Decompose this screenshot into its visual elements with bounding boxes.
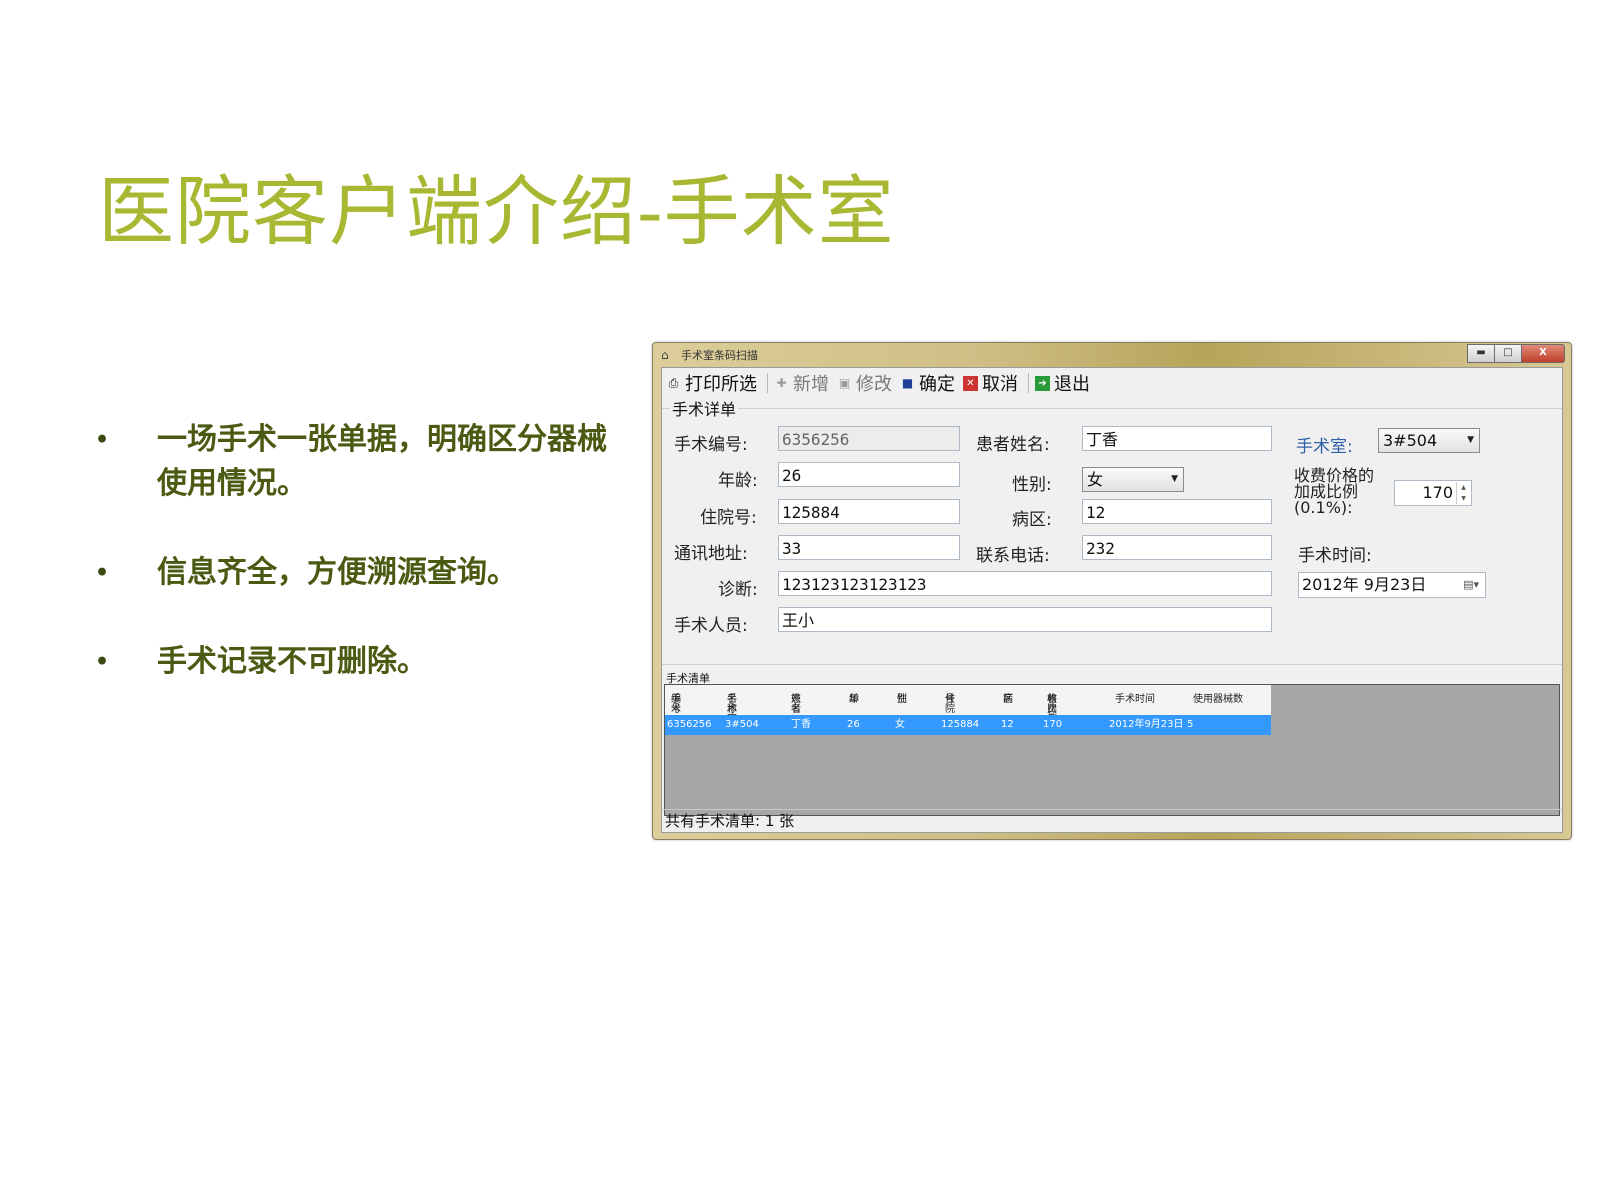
table-cell: 丁香: [791, 719, 811, 730]
spinner-arrows-icon[interactable]: ▲ ▼: [1456, 482, 1470, 504]
cancel-icon: ✕: [963, 375, 978, 391]
slide-title: 医院客户端介绍-手术室: [98, 167, 895, 256]
calendar-icon[interactable]: ▤▾: [1463, 573, 1479, 597]
table-cell: 170: [1043, 719, 1063, 730]
print-selected-button[interactable]: ⎙ 打印所选: [666, 370, 757, 396]
surgery-no-field[interactable]: 6356256: [778, 426, 960, 451]
confirm-button[interactable]: ■ 确定: [900, 370, 955, 396]
column-header[interactable]: 手术时间: [1115, 695, 1155, 705]
table-row[interactable]: 6356256 3#504 丁香 26 女 125884 12 170 2012…: [665, 715, 1271, 735]
surgery-list-grid[interactable]: 手术编号 手术室名称 患者姓名 年龄 性别 住院号 病区 收费价格比例 手术时间…: [664, 684, 1560, 816]
staff-label: 手术人员:: [674, 616, 748, 636]
minimize-button[interactable]: ▬: [1467, 344, 1495, 363]
address-label: 通讯地址:: [674, 544, 748, 564]
table-cell: 3#504: [725, 719, 759, 730]
patient-name-field[interactable]: 丁香: [1082, 426, 1272, 451]
gender-label: 性别:: [1012, 475, 1052, 495]
phone-label: 联系电话:: [976, 546, 1050, 566]
window-controls: ▬ □ X: [1467, 344, 1565, 363]
chevron-down-icon: ▼: [1467, 435, 1474, 445]
surgery-date-picker[interactable]: 2012年 9月23日 ▤▾: [1298, 572, 1486, 598]
group-title: 手术详单: [670, 396, 739, 420]
app-window: ⌂ 手术室条码扫描 ▬ □ X ⎙ 打印所选 ✚ 新增 ▣ 修改 ■ 确定 ✕ …: [652, 342, 1572, 840]
toolbar-separator: [1028, 373, 1029, 393]
window-title: 手术室条码扫描: [681, 349, 758, 362]
admission-no-label: 住院号:: [700, 508, 757, 528]
table-cell: 125884: [941, 719, 980, 730]
table-cell: 12: [1001, 719, 1014, 730]
save-icon: ■: [901, 375, 914, 390]
column-header[interactable]: 使用器械数: [1193, 695, 1243, 705]
admission-no-field[interactable]: 125884: [778, 499, 960, 524]
exit-icon: ➔: [1035, 375, 1050, 391]
surgery-time-label: 手术时间:: [1298, 546, 1372, 566]
or-room-label: 手术室:: [1296, 437, 1353, 457]
edit-icon: ▣: [838, 375, 851, 390]
plus-icon: ✚: [776, 375, 787, 390]
table-cell: 26: [847, 719, 860, 730]
printer-icon: ⎙: [668, 375, 679, 390]
diagnosis-label: 诊断:: [718, 580, 758, 600]
table-cell: 6356256: [667, 719, 712, 730]
list-divider: [662, 664, 1562, 665]
bullet-dot: •: [95, 560, 110, 586]
bullet-dot: •: [95, 427, 110, 453]
exit-button[interactable]: ➔ 退出: [1035, 370, 1090, 396]
phone-field[interactable]: 232: [1082, 535, 1272, 560]
markup-label: 收费价格的 加成比例 (0.1%):: [1294, 466, 1375, 517]
edit-button[interactable]: ▣ 修改: [837, 370, 892, 396]
ward-label: 病区:: [1012, 510, 1052, 530]
close-button[interactable]: X: [1521, 344, 1565, 363]
diagnosis-field[interactable]: 123123123123123: [778, 571, 1272, 596]
window-client: ⎙ 打印所选 ✚ 新增 ▣ 修改 ■ 确定 ✕ 取消 ➔ 退出 手术详单 手术编…: [661, 367, 1563, 833]
staff-field[interactable]: 王小: [778, 607, 1272, 632]
bullet-dot: •: [95, 649, 110, 675]
or-room-select[interactable]: 3#504 ▼: [1378, 428, 1480, 453]
toolbar: ⎙ 打印所选 ✚ 新增 ▣ 修改 ■ 确定 ✕ 取消 ➔ 退出: [662, 368, 1562, 398]
status-bar: 共有手术清单: 1 张: [662, 809, 1562, 832]
new-button[interactable]: ✚ 新增: [774, 370, 829, 396]
maximize-button[interactable]: □: [1494, 344, 1522, 363]
group-divider: [662, 408, 1562, 409]
title-bar[interactable]: ⌂ 手术室条码扫描 ▬ □ X: [653, 343, 1571, 367]
age-field[interactable]: 26: [778, 462, 960, 487]
markup-spinner[interactable]: 170 ▲ ▼: [1394, 480, 1472, 506]
surgery-no-label: 手术编号:: [674, 435, 748, 455]
grid-header: 手术编号 手术室名称 患者姓名 年龄 性别 住院号 病区 收费价格比例 手术时间…: [665, 685, 1271, 725]
address-field[interactable]: 33: [778, 535, 960, 560]
table-cell: 5: [1187, 719, 1194, 730]
age-label: 年龄:: [718, 471, 758, 491]
bullet-list: • 一场手术一张单据，明确区分器械使用情况。 • 信息齐全，方便溯源查询。 • 手术记…: [95, 418, 615, 729]
patient-name-label: 患者姓名:: [976, 435, 1050, 455]
bullet-item: • 一场手术一张单据，明确区分器械使用情况。: [95, 418, 615, 506]
chevron-down-icon: ▼: [1171, 474, 1178, 484]
bullet-item: • 手术记录不可删除。: [95, 640, 615, 684]
table-cell: 女: [895, 719, 905, 730]
app-icon: ⌂: [661, 348, 669, 362]
bullet-item: • 信息齐全，方便溯源查询。: [95, 551, 615, 595]
gender-select[interactable]: 女 ▼: [1082, 467, 1184, 492]
toolbar-separator: [767, 373, 768, 393]
table-cell: 2012年9月23日: [1109, 719, 1184, 730]
cancel-button[interactable]: ✕ 取消: [963, 370, 1018, 396]
ward-field[interactable]: 12: [1082, 499, 1272, 524]
